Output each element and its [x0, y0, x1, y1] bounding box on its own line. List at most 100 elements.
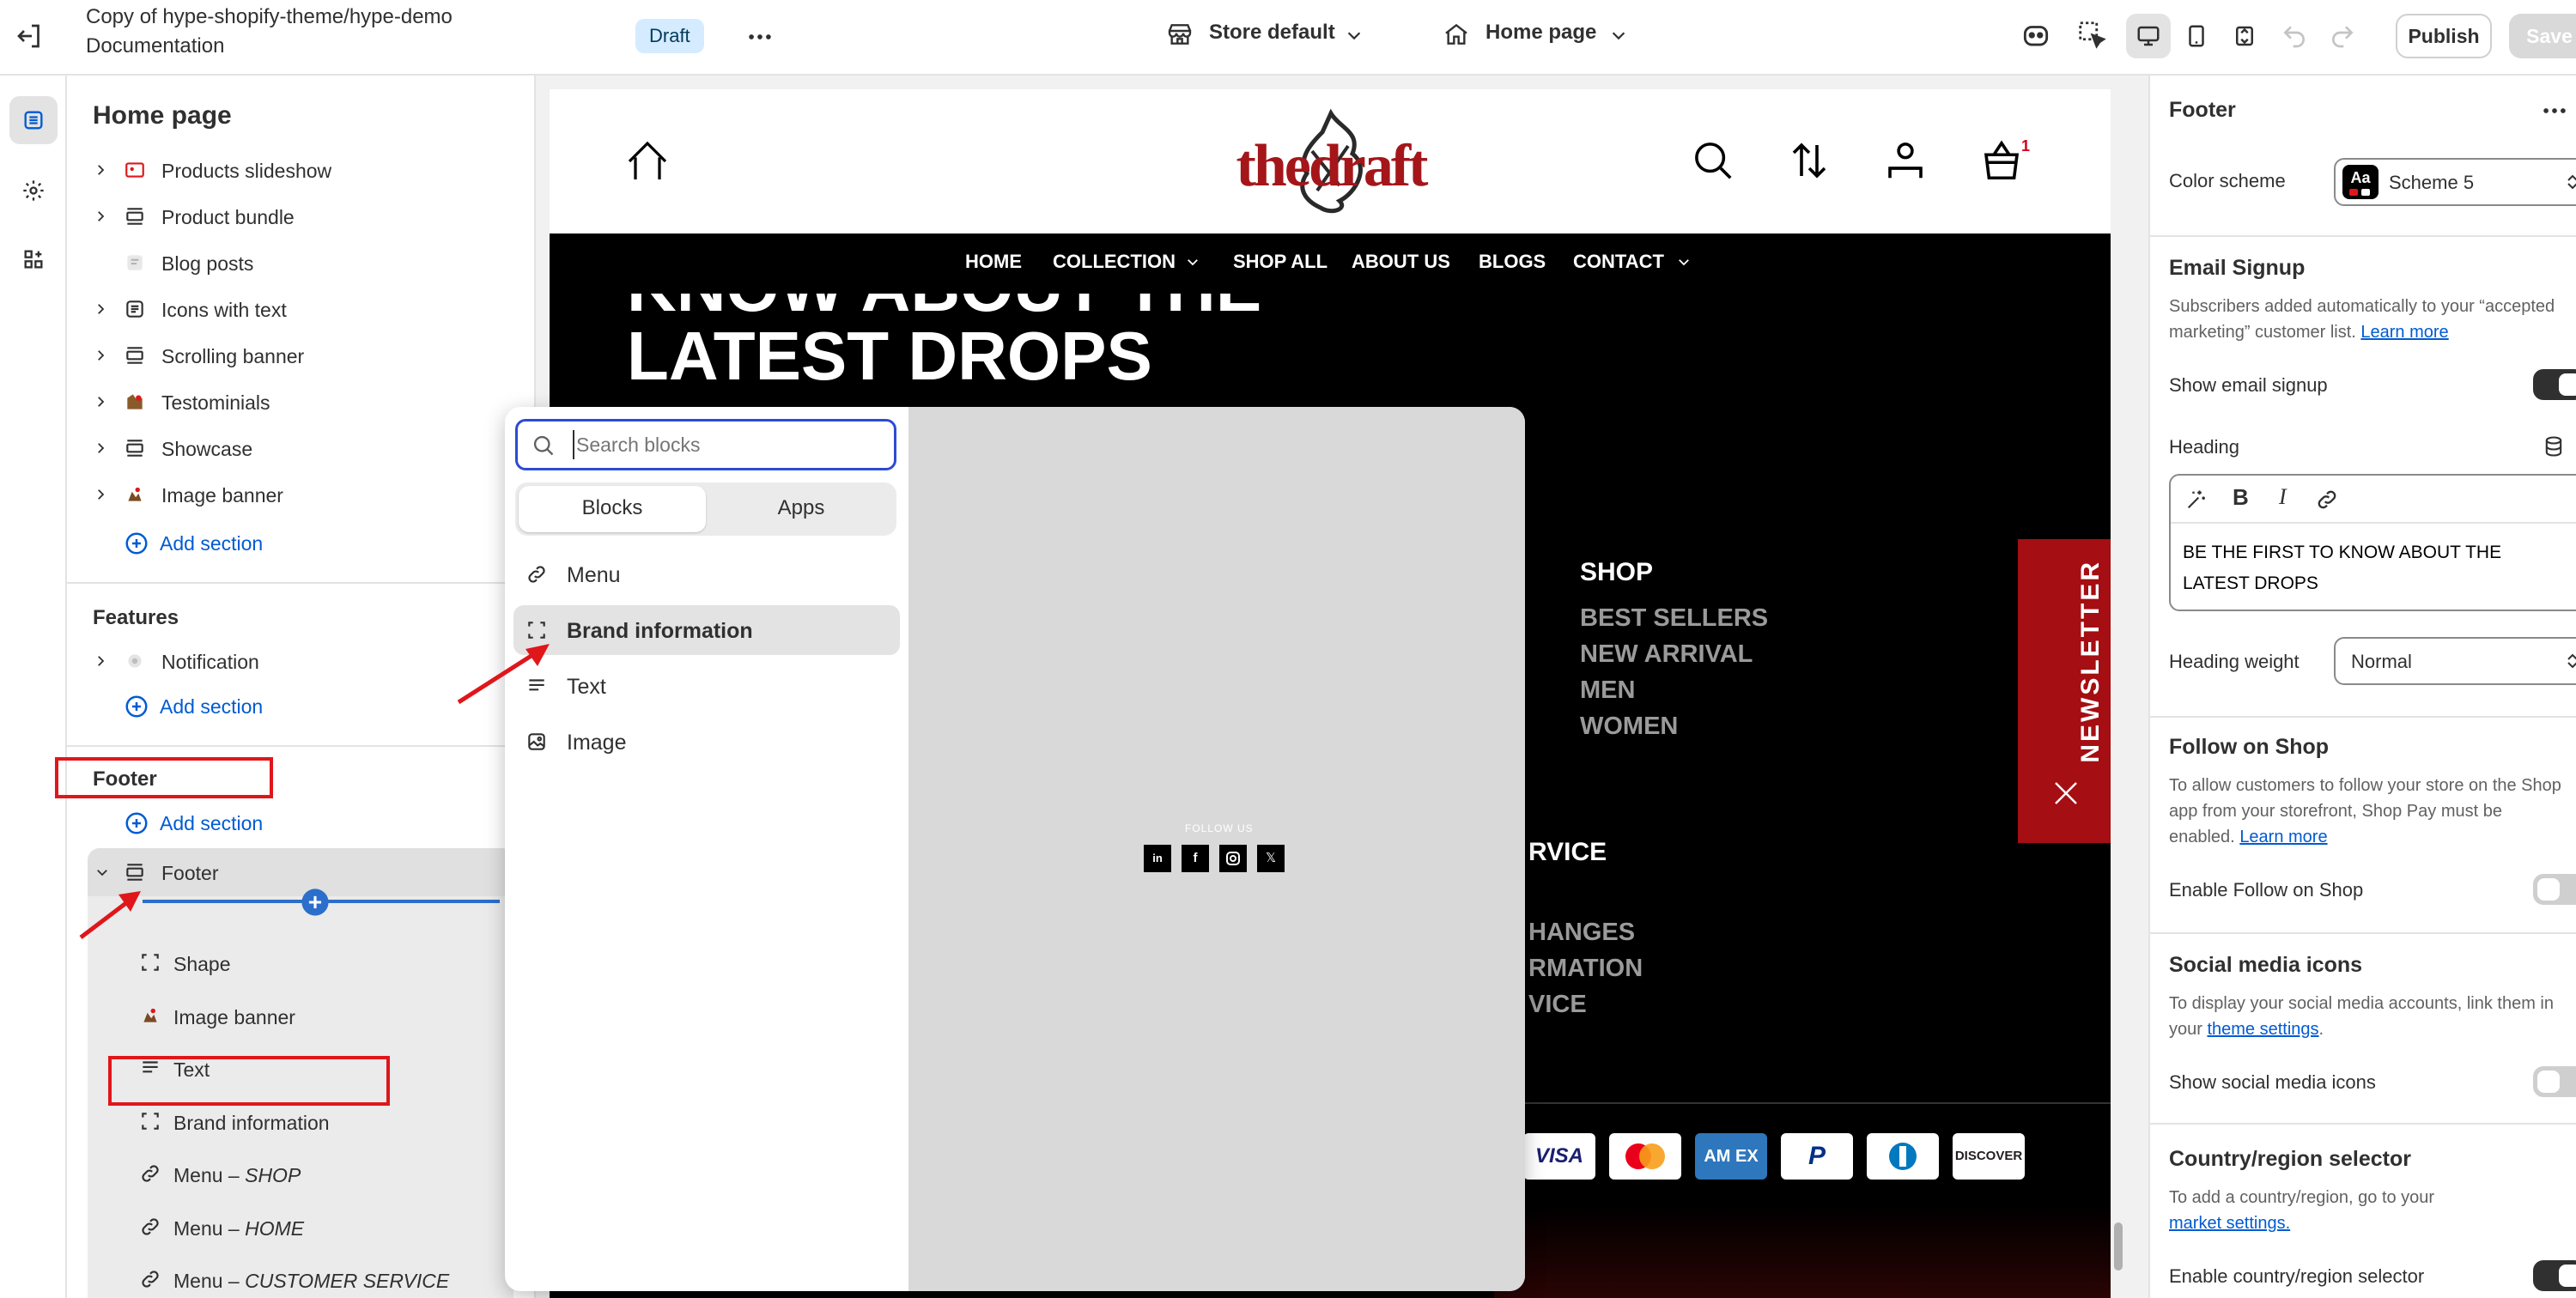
nav-shop-all[interactable]: SHOP ALL [1233, 251, 1327, 273]
block-option[interactable]: Text [513, 661, 900, 711]
country-selector-help: To add a country/region, go to your mark… [2169, 1185, 2573, 1236]
mastercard-icon [1609, 1133, 1681, 1180]
account-icon[interactable] [1882, 137, 1929, 184]
undo-icon[interactable] [2281, 22, 2308, 50]
footer-block-item[interactable]: Menu – HOME [139, 1209, 500, 1246]
footer-service-heading: RVICE [1528, 838, 1607, 866]
publish-button[interactable]: Publish [2396, 14, 2492, 58]
footer-block-item[interactable]: Image banner [139, 998, 500, 1035]
chevron-right-icon[interactable] [93, 209, 108, 224]
link-icon[interactable] [2315, 488, 2339, 512]
block-option[interactable]: Brand information [513, 605, 900, 655]
redo-icon[interactable] [2329, 22, 2356, 50]
chevron-right-icon[interactable] [93, 394, 108, 409]
mobile-view-icon[interactable] [2174, 14, 2219, 58]
sidebar-section-item[interactable]: Icons with text [93, 292, 505, 326]
image-icon [124, 483, 146, 506]
apps-icon[interactable] [9, 235, 58, 283]
italic-button[interactable]: I [2279, 484, 2287, 510]
preview-scrollbar[interactable] [2114, 1222, 2123, 1271]
home-outline-icon[interactable] [623, 137, 671, 185]
chevron-right-icon[interactable] [93, 487, 108, 502]
color-scheme-select[interactable]: Aa Scheme 5 [2334, 158, 2576, 206]
nav-contact[interactable]: CONTACT [1573, 251, 1664, 273]
cart-icon[interactable] [1978, 137, 2025, 184]
learn-more-link[interactable]: Learn more [2360, 323, 2448, 342]
footer-link[interactable]: VICE [1528, 991, 1587, 1019]
search-blocks-input[interactable] [573, 430, 882, 459]
nav-home[interactable]: HOME [965, 251, 1022, 273]
page-selector[interactable]: Home page [1443, 17, 1640, 55]
search-blocks-field[interactable] [515, 419, 896, 470]
database-icon[interactable] [2542, 434, 2566, 458]
footer-block-item[interactable]: Menu – CUSTOMER SERVICE [139, 1261, 500, 1298]
sidebar-section-item[interactable]: Scrolling banner [93, 338, 505, 373]
sidebar-section-item[interactable]: Blog posts [93, 246, 505, 280]
store-logo[interactable]: thedraft [1211, 106, 1451, 218]
block-option[interactable]: Image [513, 717, 900, 767]
show-email-signup-toggle[interactable] [2533, 369, 2576, 400]
fullscreen-icon[interactable] [2222, 14, 2267, 58]
sections-icon[interactable] [9, 96, 58, 144]
add-section-button[interactable]: Add section [124, 809, 295, 838]
heading-weight-select[interactable]: Normal [2334, 637, 2576, 685]
nav-blogs[interactable]: BLOGS [1479, 251, 1546, 273]
chevron-down-icon[interactable] [94, 864, 110, 880]
chevron-right-icon[interactable] [93, 440, 108, 456]
add-section-button[interactable]: Add section [124, 692, 295, 721]
footer-block-item[interactable]: Brand information [139, 1103, 500, 1141]
nav-about-us[interactable]: ABOUT US [1352, 251, 1450, 273]
footer-link[interactable]: WOMEN [1580, 713, 1678, 741]
footer-block-item[interactable]: Menu – SHOP [139, 1155, 500, 1193]
save-button[interactable]: Save [2509, 14, 2576, 58]
store-selector[interactable]: Store default [1166, 17, 1372, 55]
section-notification[interactable]: Notification [93, 644, 505, 678]
theme-settings-link[interactable]: theme settings [2207, 1020, 2318, 1039]
bold-button[interactable]: B [2233, 484, 2249, 511]
add-section-button[interactable]: Add section [124, 529, 295, 558]
newsletter-tab[interactable]: NEWSLETTER [2018, 539, 2111, 843]
more-options-icon[interactable] [745, 22, 775, 52]
footer-link[interactable]: HANGES [1528, 919, 1635, 947]
enable-country-toggle[interactable] [2533, 1260, 2576, 1291]
desktop-view-icon[interactable] [2126, 14, 2171, 58]
enable-follow-toggle[interactable] [2533, 874, 2576, 905]
sort-arrows-icon[interactable] [1786, 137, 1832, 184]
magic-sparkle-icon[interactable] [2184, 488, 2208, 512]
chevron-right-icon[interactable] [93, 162, 108, 178]
footer-link[interactable]: BEST SELLERS [1580, 604, 1768, 633]
insert-plus-icon[interactable] [301, 888, 330, 917]
footer-link[interactable]: RMATION [1528, 955, 1643, 983]
settings-gear-icon[interactable] [9, 167, 58, 215]
block-option[interactable]: Menu [513, 549, 900, 599]
learn-more-link[interactable]: Learn more [2239, 828, 2327, 846]
exit-icon[interactable] [14, 21, 45, 52]
device-toggle-group [2126, 14, 2267, 58]
block-option-label: Image [567, 731, 627, 755]
market-settings-link[interactable]: market settings. [2169, 1214, 2290, 1233]
sidebar-section-item[interactable]: Product bundle [93, 199, 505, 234]
heading-rich-text-editor[interactable]: B I BE THE FIRST TO KNOW ABOUT THE LATES… [2169, 474, 2576, 611]
chevron-right-icon[interactable] [93, 301, 108, 317]
more-options-icon[interactable] [2540, 96, 2569, 125]
tab-apps[interactable]: Apps [709, 486, 893, 532]
sidebar-section-item[interactable]: Showcase [93, 431, 505, 465]
section-label: Testominials [161, 391, 270, 414]
inspector-icon[interactable] [2076, 19, 2109, 52]
sidebar-section-item[interactable]: Image banner [93, 477, 505, 512]
footer-link[interactable]: MEN [1580, 676, 1635, 705]
footer-link[interactable]: NEW ARRIVAL [1580, 640, 1753, 669]
nav-collection[interactable]: COLLECTION [1053, 251, 1176, 273]
chevron-right-icon[interactable] [93, 348, 108, 363]
footer-block-item[interactable]: Shape [139, 944, 500, 982]
search-icon[interactable] [1690, 137, 1736, 184]
sidebar-section-item[interactable]: Products slideshow [93, 153, 505, 187]
tab-blocks[interactable]: Blocks [519, 486, 706, 532]
sidebar-section-item[interactable]: Testominials [93, 385, 505, 419]
sidekick-icon[interactable] [2020, 19, 2052, 52]
email-signup-help: Subscribers added automatically to your … [2169, 294, 2573, 345]
chevron-right-icon[interactable] [93, 653, 108, 669]
select-arrows-icon [2562, 172, 2576, 192]
close-icon[interactable] [2050, 778, 2081, 809]
show-social-toggle[interactable] [2533, 1066, 2576, 1097]
